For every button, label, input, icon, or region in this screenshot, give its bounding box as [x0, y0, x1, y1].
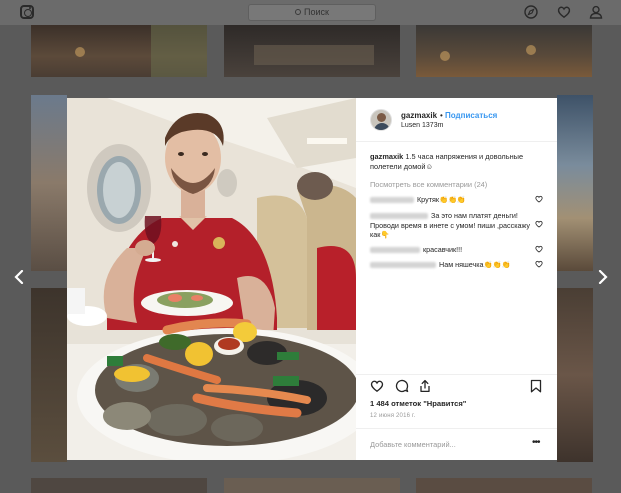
comment-item: Нам няшечка👏👏👏: [370, 260, 538, 270]
comment-like-heart-icon[interactable]: [535, 245, 543, 253]
comment-like-heart-icon[interactable]: [535, 220, 543, 228]
follow-button[interactable]: Подписаться: [445, 111, 497, 120]
grid-thumbnail[interactable]: [416, 25, 592, 77]
comment-item: За это нам платят деньги!Проводи время в…: [370, 211, 538, 240]
grid-thumbnail[interactable]: [31, 478, 207, 493]
top-navigation-bar: Поиск: [0, 0, 621, 25]
compass-icon[interactable]: [524, 5, 538, 19]
post-author-username[interactable]: gazmaxik: [401, 111, 437, 120]
post-date[interactable]: 12 июня 2016 г.: [370, 413, 416, 419]
post-photo[interactable]: [67, 98, 356, 460]
grid-thumbnail[interactable]: [224, 25, 400, 77]
grid-thumbnail[interactable]: [557, 95, 593, 271]
grid-thumbnail[interactable]: [31, 288, 67, 462]
grid-thumbnail[interactable]: [31, 95, 67, 271]
avatar[interactable]: [370, 109, 392, 131]
grid-thumbnail[interactable]: [31, 25, 207, 77]
post-photo-illustration: [67, 98, 356, 460]
likes-count[interactable]: 1 484 отметок "Нравится": [370, 399, 466, 408]
profile-icon[interactable]: [589, 5, 603, 19]
instagram-icon[interactable]: [20, 5, 34, 19]
grid-thumbnail[interactable]: [416, 478, 592, 493]
grid-thumbnail[interactable]: [557, 288, 593, 462]
comment-author-username[interactable]: [370, 213, 428, 220]
comment-bubble-icon[interactable]: [395, 379, 409, 393]
add-comment-input[interactable]: [370, 438, 520, 450]
comment-like-heart-icon[interactable]: [535, 195, 543, 203]
actions-divider: [356, 374, 557, 375]
more-options-icon[interactable]: •••: [532, 438, 540, 448]
comment-text: Нам няшечка👏👏👏: [439, 260, 511, 269]
separator-dot: •: [440, 111, 443, 120]
post-info-panel: gazmaxik • Подписаться Lusen 1373m gazma…: [356, 98, 557, 460]
comment-text: красавчик!!!: [423, 245, 463, 254]
heart-icon[interactable]: [557, 5, 571, 19]
add-comment-bar: •••: [356, 428, 557, 460]
comment-author-username[interactable]: [370, 262, 436, 269]
post-caption: gazmaxik 1.5 часа напряжения и довольные…: [370, 152, 548, 172]
comment-text: Крутяк👏👏👏: [417, 195, 466, 204]
comment-author-username[interactable]: [370, 197, 414, 204]
comment-item: Крутяк👏👏👏: [370, 195, 538, 205]
post-header: gazmaxik • Подписаться Lusen 1373m: [356, 98, 557, 142]
grid-thumbnail[interactable]: [224, 478, 400, 493]
next-post-arrow-icon[interactable]: [597, 270, 609, 284]
comment-author-username[interactable]: [370, 247, 420, 254]
share-icon[interactable]: [418, 379, 432, 393]
search-icon: [295, 9, 302, 15]
bookmark-icon[interactable]: [529, 379, 543, 393]
search-placeholder: Поиск: [304, 7, 329, 17]
comment-item: красавчик!!!: [370, 245, 538, 255]
search-box[interactable]: Поиск: [248, 4, 376, 21]
comment-like-heart-icon[interactable]: [535, 260, 543, 268]
like-heart-icon[interactable]: [370, 379, 384, 393]
previous-post-arrow-icon[interactable]: [13, 270, 25, 284]
view-all-comments-link[interactable]: Посмотреть все комментарии (24): [370, 180, 487, 189]
post-location[interactable]: Lusen 1373m: [401, 122, 443, 129]
caption-username[interactable]: gazmaxik: [370, 152, 403, 161]
